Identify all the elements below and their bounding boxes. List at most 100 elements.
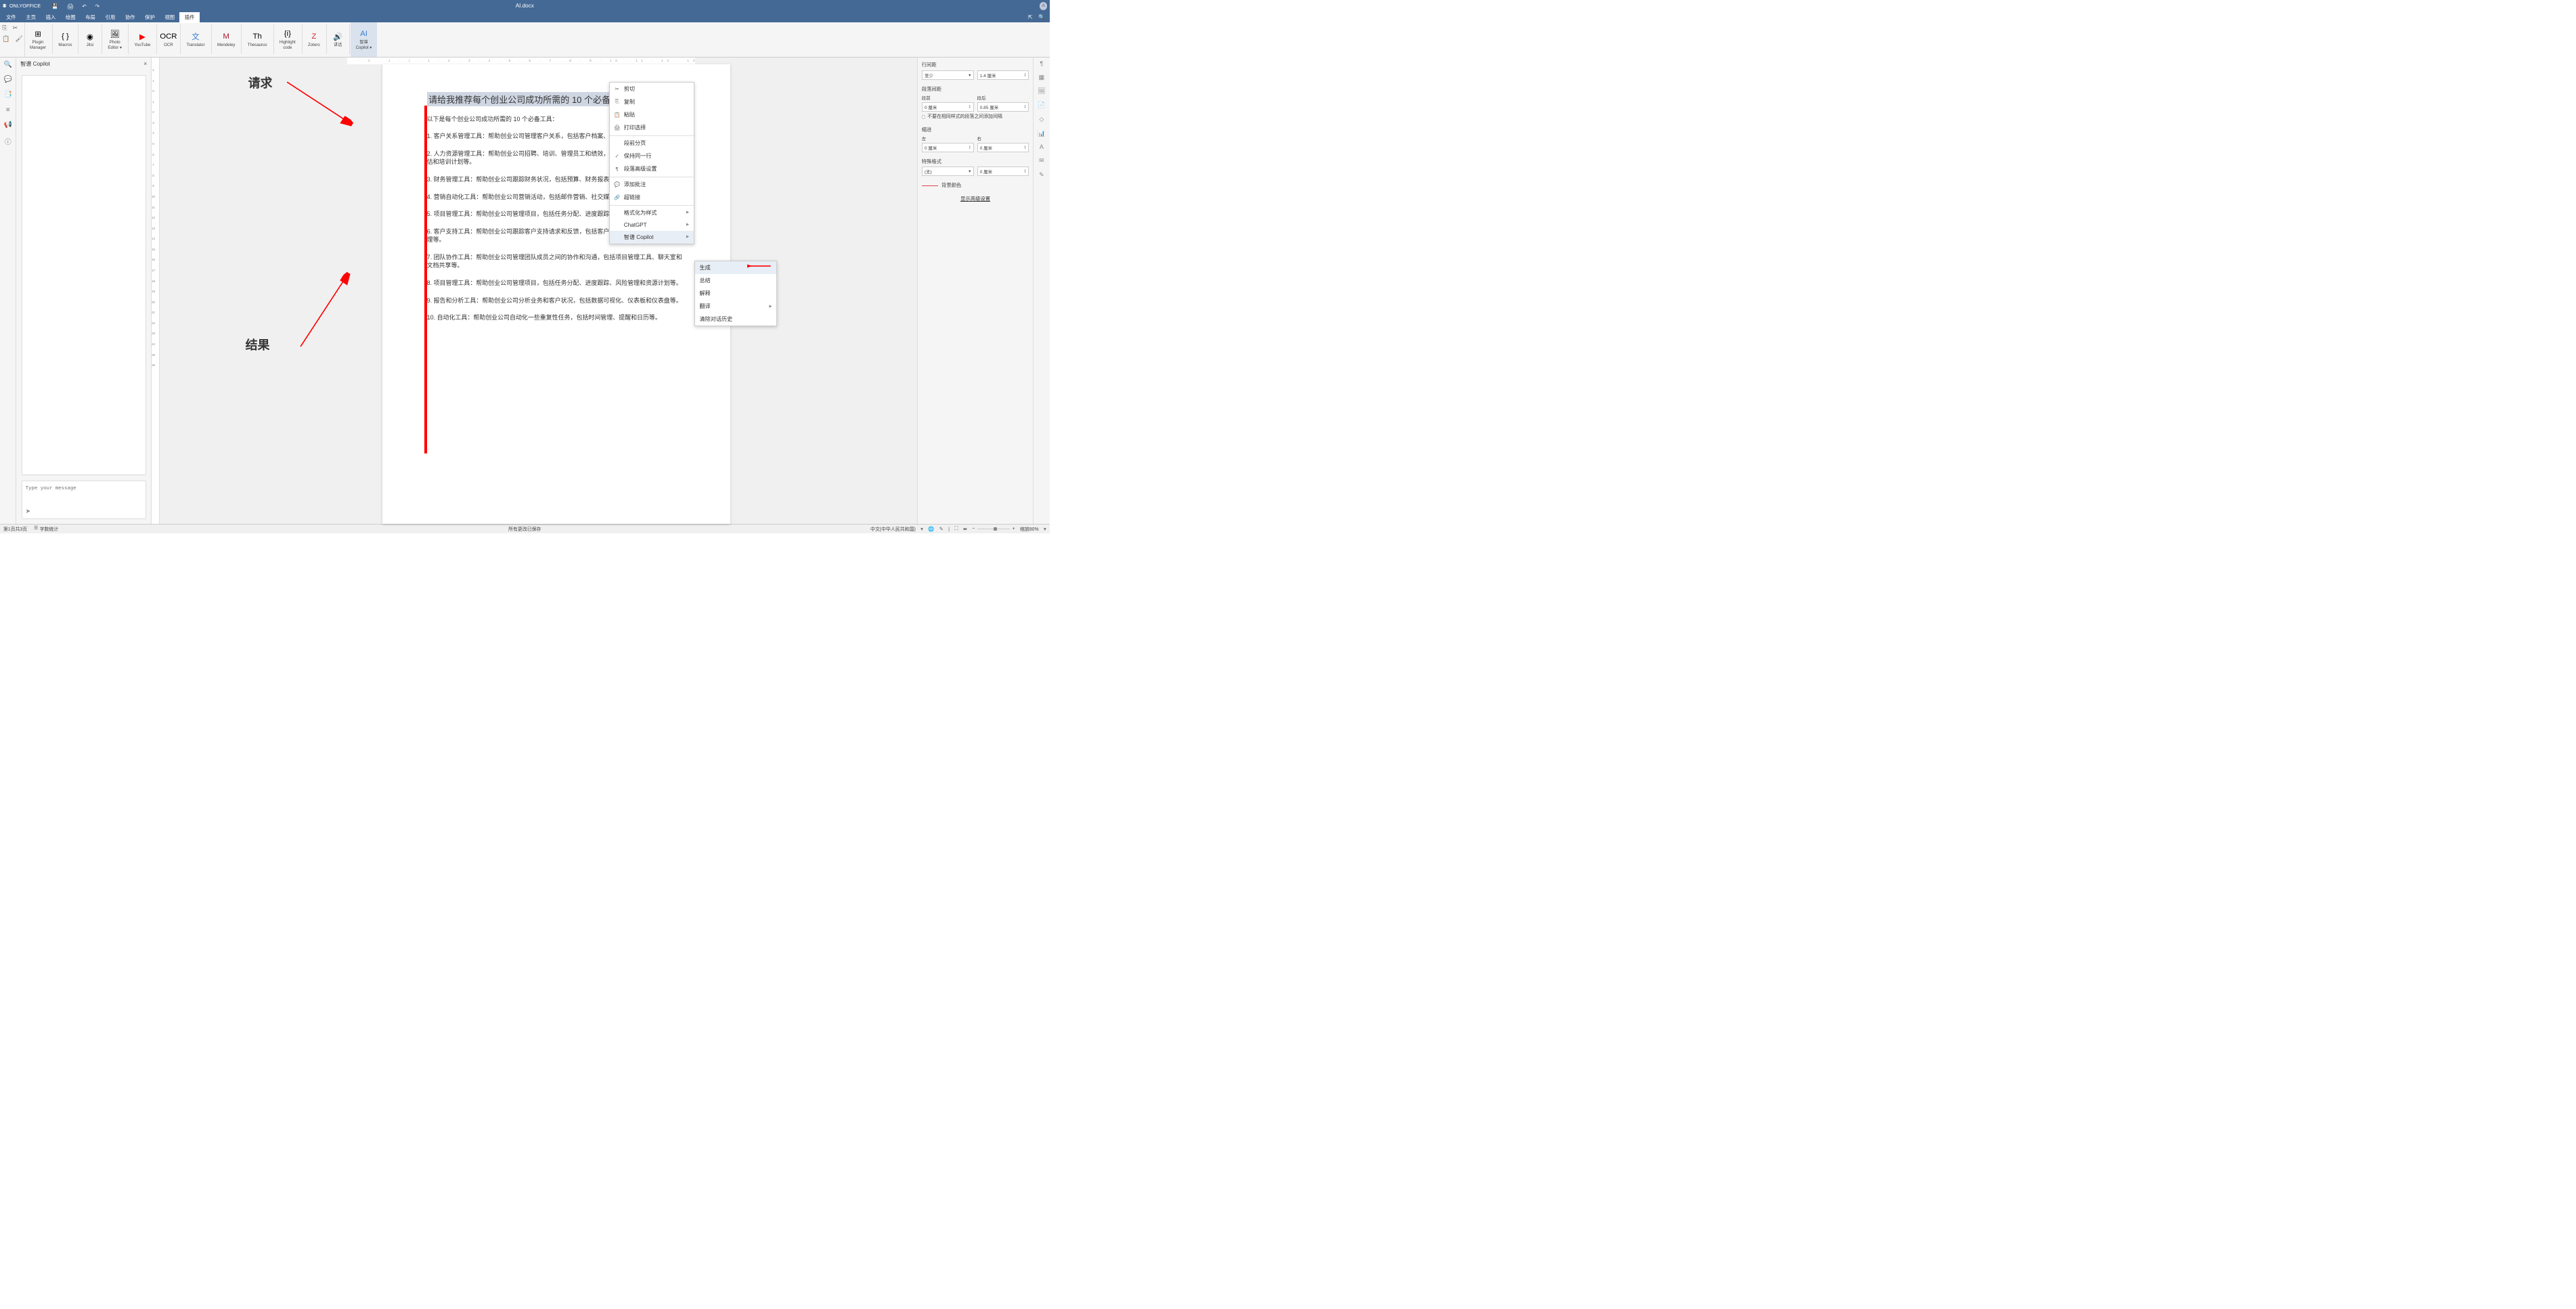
paragraph-settings-icon[interactable]: ¶ <box>1040 60 1043 67</box>
menu-插件[interactable]: 插件 <box>179 12 199 24</box>
menu-文件[interactable]: 文件 <box>1 12 21 24</box>
show-advanced-link[interactable]: 显示高级设置 <box>922 195 1029 202</box>
redo-icon[interactable]: ↷ <box>95 3 99 9</box>
context-段落高级设置[interactable]: ¶段落高级设置 <box>610 162 694 175</box>
same-style-checkbox[interactable] <box>922 115 925 118</box>
feedback-icon[interactable]: 📢 <box>4 121 12 129</box>
user-avatar[interactable]: A <box>1040 2 1047 9</box>
context-添加批注[interactable]: 💬添加批注 <box>610 178 694 191</box>
submenu-总结[interactable]: 总结 <box>695 274 776 287</box>
line-spacing-mode-select[interactable]: 至少▾ <box>922 70 974 80</box>
about-icon[interactable]: ⓘ <box>5 137 12 146</box>
close-icon[interactable]: × <box>143 60 147 67</box>
comments-icon[interactable]: 💬 <box>4 76 12 83</box>
plugin-智谱[interactable]: AI智谱Copilot ▾ <box>351 22 376 57</box>
lang-dropdown-icon[interactable]: ▾ <box>920 526 923 532</box>
line-spacing-value-input[interactable]: 1.4 厘米▲▼ <box>977 70 1029 80</box>
menu-引用[interactable]: 引用 <box>100 12 120 24</box>
context-剪切[interactable]: ✂剪切 <box>610 83 694 95</box>
submenu-解释[interactable]: 解释 <box>695 287 776 300</box>
plugin-mendeley[interactable]: MMendeley <box>213 22 240 57</box>
zoom-out-icon[interactable]: − <box>972 527 975 531</box>
menu-绘图[interactable]: 绘图 <box>61 12 81 24</box>
plugin-jitsi[interactable]: ◉Jitsi <box>79 22 100 57</box>
track-changes-icon[interactable]: ✎ <box>939 526 943 532</box>
cut-icon[interactable]: ✂ <box>13 24 18 32</box>
indent-left-input[interactable]: 0 厘米▲▼ <box>922 143 974 152</box>
spell-check-icon[interactable]: 🌐 <box>928 526 934 532</box>
navigation-icon[interactable]: 📑 <box>4 91 12 98</box>
same-style-spacing-check[interactable]: 不要在相同样式的段落之间添加间隔 <box>922 114 1029 120</box>
menu-布局[interactable]: 布局 <box>81 12 100 24</box>
fit-width-icon[interactable]: ⬌ <box>963 526 967 532</box>
plugin-highlight[interactable]: {i}Highlightcode <box>275 22 301 57</box>
page-indicator[interactable]: 第1页共3页 <box>3 525 27 532</box>
after-label: 段后 <box>977 94 1029 101</box>
context-超链接[interactable]: 🔗超链接 <box>610 191 694 204</box>
context-打印选择[interactable]: 🖨打印选择 <box>610 121 694 134</box>
context-保持同一行[interactable]: ✓保持同一行 <box>610 150 694 162</box>
plugin-zotero[interactable]: ZZotero <box>303 22 325 57</box>
context-复制[interactable]: ⎘复制 <box>610 95 694 108</box>
plugin-讲话[interactable]: 🔊讲话 <box>328 22 349 57</box>
context-ChatGPT[interactable]: ChatGPT▶ <box>610 219 694 231</box>
paste-icon[interactable]: 📋 <box>2 35 9 43</box>
print-icon[interactable]: 🖨 <box>67 3 74 9</box>
format-painter-icon[interactable]: 🖌 <box>16 35 23 43</box>
plugin-macros[interactable]: { }Macros <box>53 22 77 57</box>
submenu-生成[interactable]: 生成 <box>695 261 776 274</box>
send-icon[interactable]: ➤ <box>26 508 31 515</box>
plugin-translator[interactable]: 文Translator <box>181 22 210 57</box>
zoom-in-icon[interactable]: + <box>1013 527 1015 531</box>
special-format-value-input[interactable]: 0 厘米▲▼ <box>977 167 1029 176</box>
submenu-清除对话历史[interactable]: 清除对话历史 <box>695 313 776 326</box>
zoom-slider[interactable]: − + <box>972 527 1015 531</box>
context-智谱 Copilot[interactable]: 智谱 Copilot▶ <box>610 231 694 244</box>
menu-插入[interactable]: 插入 <box>41 12 60 24</box>
context-段前分页[interactable]: 段前分页 <box>610 137 694 150</box>
menu-保护[interactable]: 保护 <box>140 12 160 24</box>
paragraph-settings-panel: 行间距 至少▾ 1.4 厘米▲▼ 段落间距 段前 0 厘米▲▼ 段后 0.85 … <box>917 58 1033 524</box>
copy-icon[interactable]: ⎘ <box>2 24 7 32</box>
zoom-level[interactable]: 缩放80% <box>1020 525 1039 532</box>
signature-icon[interactable]: ✎ <box>1039 171 1044 179</box>
context-粘贴[interactable]: 📋粘贴 <box>610 108 694 121</box>
plugin-photo[interactable]: 🖼PhotoEditor ▾ <box>103 22 127 57</box>
menu-协作[interactable]: 协作 <box>120 12 140 24</box>
fit-page-icon[interactable]: ⛶ <box>954 525 958 532</box>
context-格式化为样式[interactable]: 格式化为样式▶ <box>610 206 694 219</box>
bg-color-row[interactable]: 背景颜色 <box>922 181 1029 189</box>
word-count-label[interactable]: 字数统计 <box>40 525 59 532</box>
language-indicator[interactable]: 中文(中华人民共和国) <box>870 525 916 532</box>
plugin-thesaurus[interactable]: ThThesaurus <box>242 22 272 57</box>
bg-color-swatch[interactable] <box>922 185 938 186</box>
plugin-youtube[interactable]: ▶YouTube <box>129 22 156 57</box>
submenu-翻译[interactable]: 翻译▶ <box>695 300 776 313</box>
header-settings-icon[interactable]: 📄 <box>1038 102 1045 109</box>
shape-settings-icon[interactable]: ◇ <box>1039 116 1044 123</box>
special-format-select[interactable]: (无)▾ <box>922 167 974 176</box>
save-icon[interactable]: 💾 <box>51 3 58 9</box>
spacing-after-input[interactable]: 0.85 厘米▲▼ <box>977 102 1029 112</box>
headings-icon[interactable]: ≡ <box>6 106 10 114</box>
undo-icon[interactable]: ↶ <box>82 3 87 9</box>
menu-主页[interactable]: 主页 <box>21 12 41 24</box>
text-art-icon[interactable]: A <box>1040 143 1044 150</box>
table-settings-icon[interactable]: ▦ <box>1039 74 1044 81</box>
plugin-plugin[interactable]: ⊞PluginManager <box>25 22 51 57</box>
clipboard-group: ⎘ ✂ 📋 🖌 <box>0 22 25 57</box>
search-icon[interactable]: 🔍 <box>1038 14 1045 20</box>
open-file-icon[interactable]: ⇱ <box>1028 14 1033 20</box>
chart-settings-icon[interactable]: 📊 <box>1038 130 1045 137</box>
mail-merge-icon[interactable]: ✉ <box>1039 157 1044 164</box>
spacing-before-input[interactable]: 0 厘米▲▼ <box>922 102 974 112</box>
menu-视图[interactable]: 视图 <box>160 12 179 24</box>
document-page[interactable]: 请给我推荐每个创业公司成功所需的 10 个必备工具 以下是每个创业公司成功所需的… <box>382 64 730 524</box>
zoom-dropdown-icon[interactable]: ▾ <box>1044 526 1046 532</box>
chat-input[interactable] <box>26 485 142 503</box>
plugin-ocr[interactable]: OCROCR <box>158 22 179 57</box>
find-icon[interactable]: 🔍 <box>4 61 12 68</box>
indent-right-input[interactable]: 0 厘米▲▼ <box>977 143 1029 152</box>
selected-prompt-text[interactable]: 请给我推荐每个创业公司成功所需的 10 个必备工具 <box>427 92 630 106</box>
image-settings-icon[interactable]: 🖼 <box>1038 87 1045 95</box>
